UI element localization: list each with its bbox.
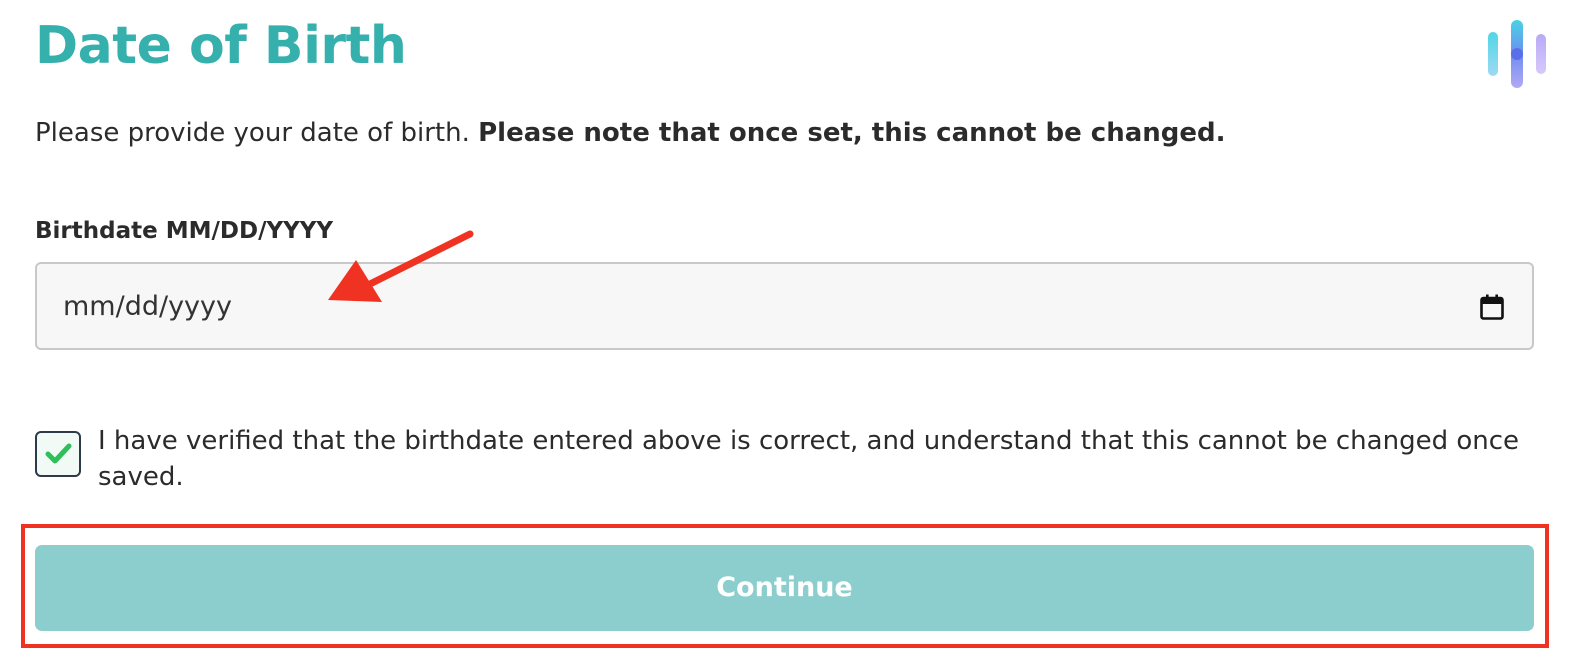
intro-warning: Please note that once set, this cannot b… (478, 118, 1226, 148)
calendar-icon[interactable] (1480, 294, 1504, 320)
birthdate-placeholder: mm/dd/yyyy (63, 291, 232, 322)
date-of-birth-page: Date of Birth Please provide your date o… (0, 0, 1588, 662)
continue-button[interactable]: Continue (35, 545, 1534, 631)
check-icon (45, 443, 72, 464)
intro-text: Please provide your date of birth. Pleas… (35, 115, 1226, 151)
intro-regular: Please provide your date of birth. (35, 118, 479, 148)
verify-checkbox-label[interactable]: I have verified that the birthdate enter… (98, 423, 1528, 495)
birthdate-label: Birthdate MM/DD/YYYY (35, 218, 334, 244)
verify-checkbox[interactable] (35, 431, 81, 477)
red-arrow-icon (328, 230, 474, 302)
birthdate-input[interactable]: mm/dd/yyyy (35, 262, 1534, 350)
page-title: Date of Birth (35, 16, 407, 76)
brand-logo-icon (1488, 20, 1546, 88)
